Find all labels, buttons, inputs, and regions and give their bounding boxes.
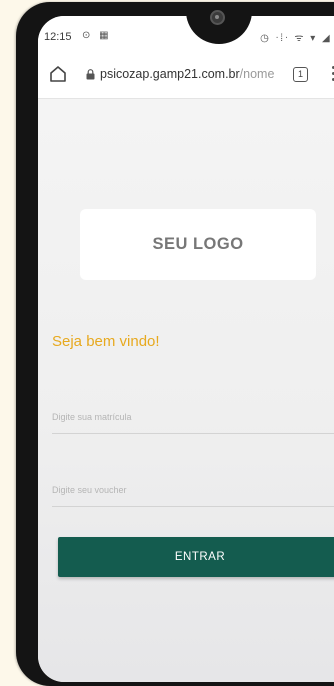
phone-frame: 12:15 ⊙ ▦ ◷ ᐧ⁞ᐧ ᯤ ▾ ◢ ▮ psicozap.gamp21.… <box>16 2 334 686</box>
system-status-icons: ◷ ᐧ⁞ᐧ ᯤ ▾ ◢ ▮ <box>260 33 334 44</box>
voucher-input[interactable] <box>52 478 334 502</box>
url-field[interactable]: psicozap.gamp21.com.br/nome <box>100 67 276 81</box>
url-path: /nome <box>239 67 275 81</box>
status-bar: 12:15 ⊙ ▦ ◷ ᐧ⁞ᐧ ᯤ ▾ ◢ ▮ <box>38 16 334 52</box>
notification-icons: ⊙ ▦ <box>82 30 112 41</box>
lock-icon <box>86 69 95 80</box>
welcome-heading: Seja bem vindo! <box>52 333 160 350</box>
more-menu-icon[interactable] <box>330 64 334 84</box>
matricula-field <box>52 405 334 434</box>
entrar-button[interactable]: ENTRAR <box>58 537 334 577</box>
url-host: psicozap.gamp21.com.br <box>100 67 240 81</box>
voucher-field <box>52 478 334 507</box>
phone-screen: 12:15 ⊙ ▦ ◷ ᐧ⁞ᐧ ᯤ ▾ ◢ ▮ psicozap.gamp21.… <box>38 16 334 682</box>
matricula-input[interactable] <box>52 405 334 429</box>
tab-switcher-button[interactable]: 1 <box>293 67 308 82</box>
home-icon[interactable] <box>48 64 68 84</box>
status-time: 12:15 <box>44 31 72 43</box>
browser-address-bar: psicozap.gamp21.com.br/nome 1 <box>38 52 334 99</box>
logo-placeholder: SEU LOGO <box>80 209 316 280</box>
page-content: SEU LOGO Seja bem vindo! ENTRAR <box>38 99 334 682</box>
front-camera-icon <box>210 10 225 25</box>
